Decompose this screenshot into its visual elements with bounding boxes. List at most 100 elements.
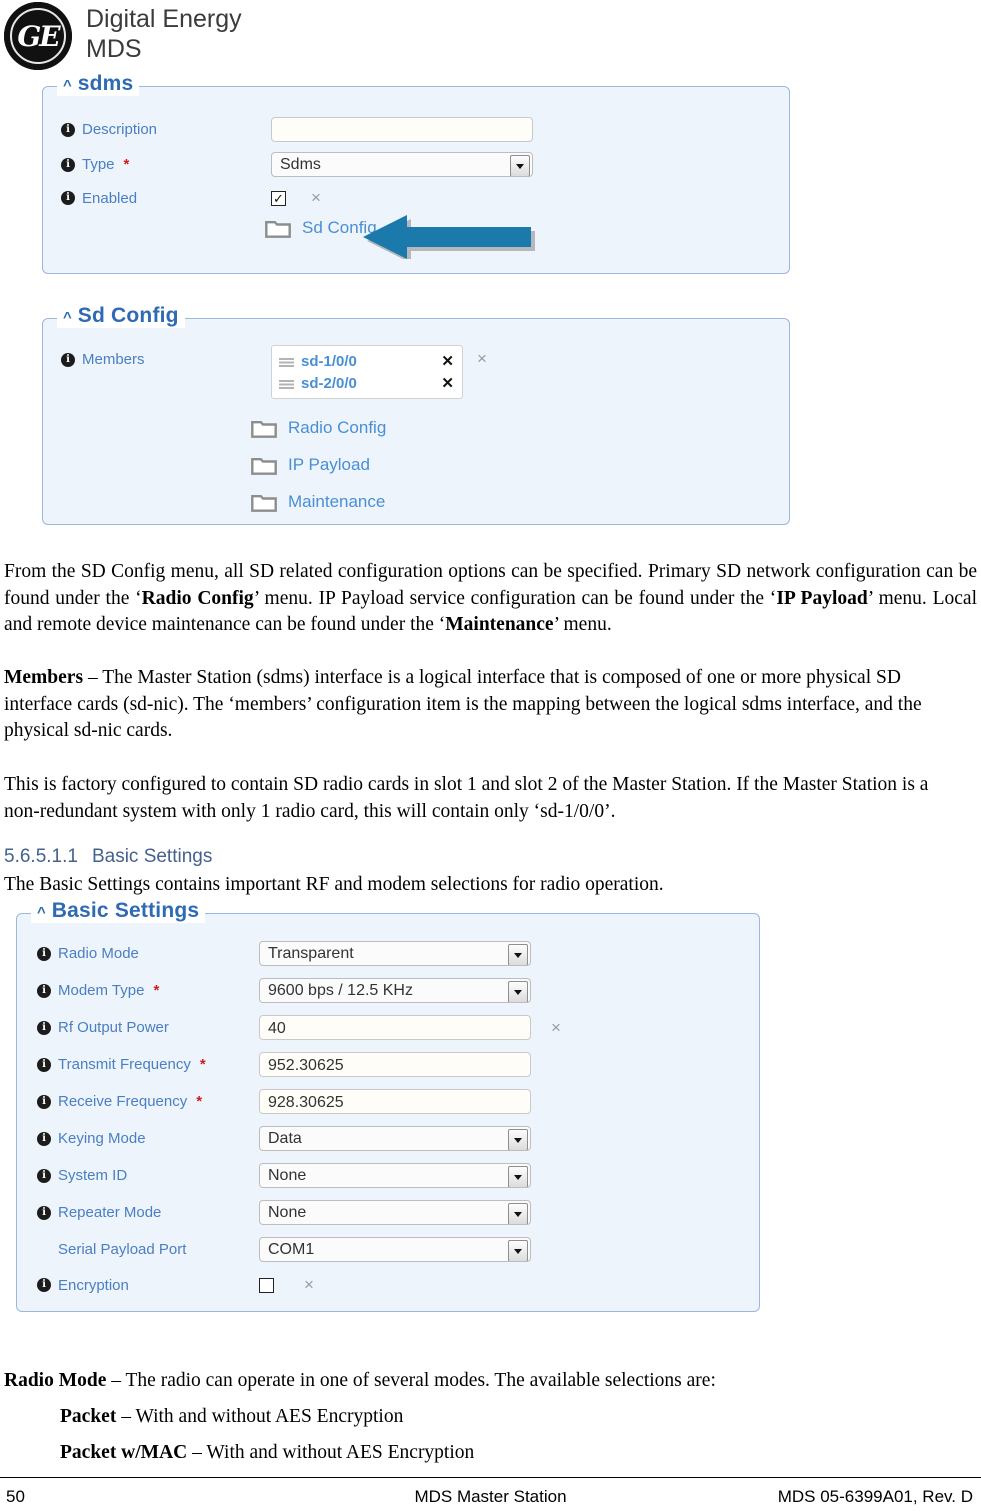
para1-b: Radio Config bbox=[141, 587, 254, 609]
field-row-encryption: i Encryption × bbox=[37, 1275, 314, 1295]
drag-handle-icon[interactable] bbox=[279, 378, 294, 389]
info-icon[interactable]: i bbox=[37, 1094, 51, 1109]
info-icon[interactable]: i bbox=[61, 191, 75, 205]
sdms-panel-legend[interactable]: ^ sdms bbox=[57, 72, 140, 96]
sdms-panel-title: sdms bbox=[77, 72, 134, 95]
list-item[interactable]: sd-1/0/0 ✕ bbox=[272, 350, 462, 372]
info-icon[interactable]: i bbox=[61, 122, 75, 137]
info-icon[interactable]: i bbox=[37, 1205, 51, 1220]
keying-mode-label-text: Keying Mode bbox=[58, 1130, 146, 1147]
brand-name: Digital Energy MDS bbox=[86, 0, 242, 64]
field-row-serial-payload-port: Serial Payload Port COM1 bbox=[37, 1237, 531, 1262]
type-label: i Type * bbox=[61, 156, 271, 173]
paragraph-members: Members – The Master Station (sdms) inte… bbox=[4, 665, 954, 745]
encryption-checkbox[interactable] bbox=[259, 1277, 274, 1293]
chevron-down-icon[interactable] bbox=[508, 1166, 528, 1187]
packet-definition: – With and without AES Encryption bbox=[116, 1406, 404, 1427]
packet-term: Packet bbox=[60, 1406, 117, 1427]
members-term: Members bbox=[4, 667, 84, 688]
receive-frequency-label-text: Receive Frequency bbox=[58, 1093, 188, 1110]
basic-settings-panel-legend[interactable]: ^ Basic Settings bbox=[31, 899, 206, 923]
field-row-modem-type: i Modem Type * 9600 bps / 12.5 KHz bbox=[37, 978, 531, 1003]
members-definition: – The Master Station (sdms) interface is… bbox=[4, 667, 922, 741]
para1-f: Maintenance bbox=[445, 614, 554, 635]
serial-payload-port-label-text: Serial Payload Port bbox=[58, 1241, 187, 1258]
para1-c: ’ menu. IP Payload service configuration… bbox=[253, 587, 777, 609]
description-input[interactable] bbox=[271, 117, 533, 142]
chevron-down-icon[interactable] bbox=[508, 1240, 528, 1261]
paragraph-sd-config: From the SD Config menu, all SD related … bbox=[4, 559, 977, 639]
sd-config-panel-title: Sd Config bbox=[77, 304, 179, 327]
info-icon[interactable]: i bbox=[37, 1168, 51, 1183]
transmit-frequency-label: i Transmit Frequency * bbox=[37, 1056, 259, 1073]
remove-member-icon[interactable]: ✕ bbox=[441, 352, 454, 370]
info-icon[interactable]: i bbox=[37, 983, 51, 998]
info-icon[interactable]: i bbox=[37, 946, 51, 961]
enabled-checkbox[interactable]: ✓ bbox=[271, 190, 286, 206]
system-id-value: None bbox=[268, 1167, 307, 1184]
transmit-frequency-input[interactable]: 952.30625 bbox=[259, 1052, 531, 1077]
remove-member-icon[interactable]: ✕ bbox=[441, 374, 454, 392]
section-heading: 5.6.5.1.1 Basic Settings bbox=[4, 846, 212, 868]
member-name[interactable]: sd-2/0/0 bbox=[301, 375, 441, 392]
info-icon[interactable]: i bbox=[37, 1057, 51, 1072]
collapse-caret-icon[interactable]: ^ bbox=[63, 310, 72, 325]
folder-icon bbox=[265, 218, 291, 238]
drag-handle-icon[interactable] bbox=[279, 356, 294, 367]
repeater-mode-select[interactable]: None bbox=[259, 1200, 531, 1225]
required-marker: * bbox=[196, 1093, 203, 1110]
chevron-down-icon[interactable] bbox=[508, 944, 528, 965]
ip-payload-link-row[interactable]: IP Payload bbox=[251, 455, 370, 475]
info-icon[interactable]: i bbox=[61, 157, 75, 172]
radio-mode-term: Radio Mode bbox=[4, 1370, 107, 1391]
system-id-select[interactable]: None bbox=[259, 1163, 531, 1188]
maintenance-link-row[interactable]: Maintenance bbox=[251, 492, 385, 512]
chevron-down-icon[interactable] bbox=[510, 155, 530, 176]
radio-config-link-row[interactable]: Radio Config bbox=[251, 418, 386, 438]
rf-output-power-clear-icon[interactable]: × bbox=[551, 1018, 561, 1038]
sdms-panel: ^ sdms i Description i Type * Sdms i Ena… bbox=[42, 72, 790, 274]
info-icon[interactable]: i bbox=[37, 1278, 51, 1292]
type-select-value: Sdms bbox=[280, 156, 321, 173]
type-select[interactable]: Sdms bbox=[271, 152, 533, 177]
members-listbox[interactable]: sd-1/0/0 ✕ sd-2/0/0 ✕ bbox=[271, 345, 463, 399]
collapse-caret-icon[interactable]: ^ bbox=[63, 78, 72, 93]
folder-icon bbox=[251, 418, 277, 438]
system-id-label: i System ID bbox=[37, 1167, 259, 1184]
chevron-down-icon[interactable] bbox=[508, 1203, 528, 1224]
info-icon[interactable]: i bbox=[61, 352, 75, 367]
paragraph-factory-config: This is factory configured to contain SD… bbox=[4, 774, 929, 822]
sd-config-panel: ^ Sd Config i Members sd-1/0/0 ✕ sd-2/0/… bbox=[42, 304, 790, 525]
para1-g: ’ menu. bbox=[553, 614, 612, 635]
encryption-clear-icon[interactable]: × bbox=[304, 1275, 314, 1295]
info-icon[interactable]: i bbox=[37, 1020, 51, 1035]
packet-wmac-definition: – With and without AES Encryption bbox=[187, 1442, 475, 1463]
collapse-caret-icon[interactable]: ^ bbox=[37, 905, 46, 920]
serial-payload-port-value: COM1 bbox=[268, 1241, 315, 1258]
rf-output-power-input[interactable]: 40 bbox=[259, 1015, 531, 1040]
sd-config-panel-legend[interactable]: ^ Sd Config bbox=[57, 304, 185, 328]
members-label-text: Members bbox=[82, 351, 145, 368]
members-clear-icon[interactable]: × bbox=[477, 345, 487, 369]
receive-frequency-input[interactable]: 928.30625 bbox=[259, 1089, 531, 1114]
brand-line-2: MDS bbox=[86, 35, 142, 63]
ip-payload-link-text[interactable]: IP Payload bbox=[288, 455, 370, 475]
repeater-mode-label-text: Repeater Mode bbox=[58, 1204, 162, 1221]
keying-mode-select[interactable]: Data bbox=[259, 1126, 531, 1151]
footer-divider bbox=[0, 1477, 981, 1478]
list-item-packet-wmac: Packet w/MAC – With and without AES Encr… bbox=[60, 1440, 950, 1467]
info-icon[interactable]: i bbox=[37, 1131, 51, 1146]
serial-payload-port-select[interactable]: COM1 bbox=[259, 1237, 531, 1262]
type-label-text: Type bbox=[82, 156, 115, 173]
chevron-down-icon[interactable] bbox=[508, 981, 528, 1002]
maintenance-link-text[interactable]: Maintenance bbox=[288, 492, 385, 512]
field-row-enabled: i Enabled ✓ × bbox=[61, 188, 771, 208]
list-item[interactable]: sd-2/0/0 ✕ bbox=[272, 372, 462, 394]
radio-mode-select[interactable]: Transparent bbox=[259, 941, 531, 966]
required-marker: * bbox=[123, 156, 130, 173]
modem-type-select[interactable]: 9600 bps / 12.5 KHz bbox=[259, 978, 531, 1003]
member-name[interactable]: sd-1/0/0 bbox=[301, 353, 441, 370]
chevron-down-icon[interactable] bbox=[508, 1129, 528, 1150]
radio-config-link-text[interactable]: Radio Config bbox=[288, 418, 386, 438]
enabled-clear-icon[interactable]: × bbox=[311, 188, 321, 208]
